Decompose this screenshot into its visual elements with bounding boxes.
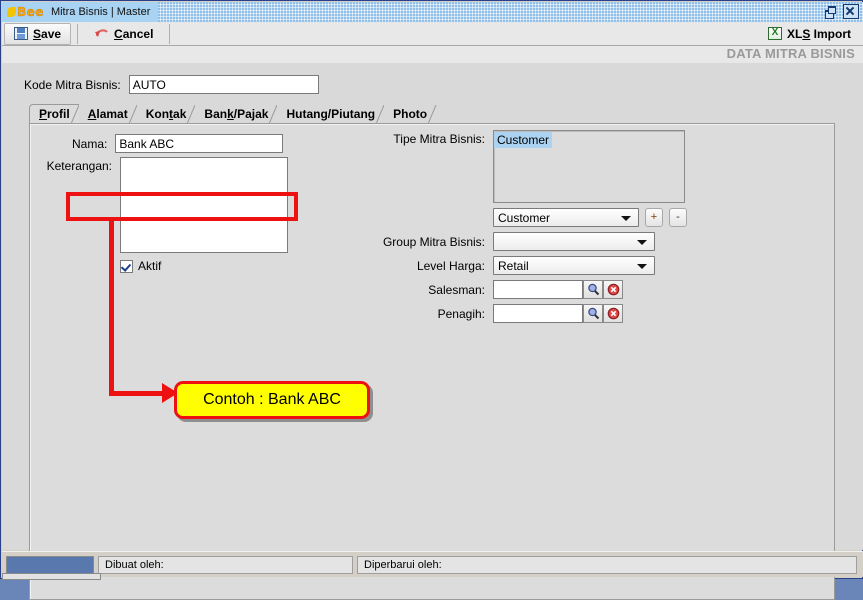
excel-sheet-icon [768, 27, 782, 40]
form-body: Kode Mitra Bisnis: AUTO Profil Alamat Ko… [2, 63, 863, 550]
salesman-input[interactable] [493, 280, 583, 299]
header-strip: DATA MITRA BISNIS [2, 46, 863, 63]
status-bar: Dibuat oleh: Diperbarui oleh: [2, 551, 863, 577]
title-bar: Bee Mitra Bisnis | Master [2, 2, 863, 22]
status-progress-indicator [6, 556, 94, 574]
status-created-by: Dibuat oleh: [98, 556, 353, 574]
tab-profil[interactable]: Profil [29, 104, 79, 124]
nama-label: Nama: [72, 137, 107, 151]
chevron-down-icon [637, 264, 647, 269]
window-title: Mitra Bisnis | Master [51, 6, 150, 18]
group-label: Group Mitra Bisnis: [375, 235, 493, 249]
chevron-down-icon [637, 240, 647, 245]
tab-strip: Profil Alamat Kontak Bank/Pajak Hutang/P… [29, 105, 436, 124]
tipe-listbox[interactable]: Customer [493, 130, 685, 203]
right-column: Tipe Mitra Bisnis: Customer Customer + -… [375, 130, 687, 328]
close-window-icon[interactable] [843, 4, 859, 19]
tipe-mitra-row: Tipe Mitra Bisnis: Customer [375, 130, 687, 203]
magnifier-icon [587, 283, 600, 296]
chevron-down-icon [621, 216, 631, 221]
undo-arrow-icon [94, 27, 109, 40]
window-controls [822, 4, 859, 19]
application-window: Bee Mitra Bisnis | Master Save Cancel [0, 0, 863, 579]
penagih-clear-button[interactable] [603, 304, 623, 323]
cancel-button-label: Cancel [114, 27, 153, 41]
salesman-search-button[interactable] [583, 280, 603, 299]
penagih-label: Penagih: [375, 307, 493, 321]
toolbar-right-group: XLS Import [756, 23, 861, 45]
keterangan-field-row: Keterangan: [40, 157, 288, 253]
penagih-search-button[interactable] [583, 304, 603, 323]
salesman-row: Salesman: [375, 280, 687, 299]
red-x-circle-icon [607, 283, 620, 296]
level-combo[interactable]: Retail [493, 256, 655, 275]
penagih-input[interactable] [493, 304, 583, 323]
tipe-combo-row: Customer + - [375, 208, 687, 227]
annotation-callout: Contoh : Bank ABC [174, 381, 370, 419]
aktif-label: Aktif [138, 259, 161, 273]
toolbar-separator [77, 24, 78, 44]
aktif-checkbox-row[interactable]: Aktif [120, 259, 161, 273]
magnifier-icon [587, 307, 600, 320]
toolbar-separator-2 [169, 24, 170, 44]
tab-photo[interactable]: Photo [384, 105, 436, 124]
tab-bank-pajak[interactable]: Bank/Pajak [195, 105, 277, 124]
page-title: DATA MITRA BISNIS [727, 46, 855, 61]
level-label: Level Harga: [375, 259, 493, 273]
tab-hutang-piutang[interactable]: Hutang/Piutang [277, 105, 384, 124]
bee-logo-icon: Bee [7, 5, 44, 19]
save-button[interactable]: Save [4, 23, 71, 45]
save-label-rest: ave [41, 27, 61, 41]
bee-logo-text: Bee [17, 5, 44, 19]
listbox-item-customer[interactable]: Customer [494, 132, 552, 148]
group-combo[interactable] [493, 232, 655, 251]
aktif-checkbox[interactable] [120, 260, 133, 273]
cancel-button[interactable]: Cancel [84, 23, 163, 45]
save-button-label: Save [33, 27, 61, 41]
kode-field-row: Kode Mitra Bisnis: AUTO [24, 75, 319, 94]
remove-tipe-button[interactable]: - [669, 208, 687, 227]
tipe-combo[interactable]: Customer [493, 208, 639, 227]
salesman-label: Salesman: [375, 283, 493, 297]
title-bar-left: Bee Mitra Bisnis | Master [2, 2, 158, 22]
tab-alamat[interactable]: Alamat [79, 105, 137, 124]
penagih-row: Penagih: [375, 304, 687, 323]
nama-field-row: Nama: Bank ABC [72, 134, 283, 153]
tipe-label: Tipe Mitra Bisnis: [375, 130, 493, 146]
nama-input[interactable]: Bank ABC [115, 134, 283, 153]
group-mitra-row: Group Mitra Bisnis: [375, 232, 687, 251]
keterangan-label: Keterangan: [40, 157, 112, 173]
add-tipe-button[interactable]: + [645, 208, 663, 227]
keterangan-textarea[interactable] [120, 157, 288, 253]
kode-input[interactable]: AUTO [129, 75, 319, 94]
toolbar: Save Cancel XLS Import [2, 22, 863, 46]
xls-import-label: XLS Import [787, 27, 851, 41]
kode-label: Kode Mitra Bisnis: [24, 78, 121, 92]
salesman-clear-button[interactable] [603, 280, 623, 299]
status-updated-by: Diperbarui oleh: [357, 556, 857, 574]
red-x-circle-icon [607, 307, 620, 320]
level-harga-row: Level Harga: Retail [375, 256, 687, 275]
floppy-disk-icon [14, 27, 28, 40]
tab-kontak[interactable]: Kontak [137, 105, 196, 124]
tab-panel-profil: Nama: Bank ABC Keterangan: Aktif Tipe Mi… [29, 123, 835, 600]
xls-import-button[interactable]: XLS Import [758, 23, 861, 45]
restore-window-icon[interactable] [822, 5, 837, 19]
